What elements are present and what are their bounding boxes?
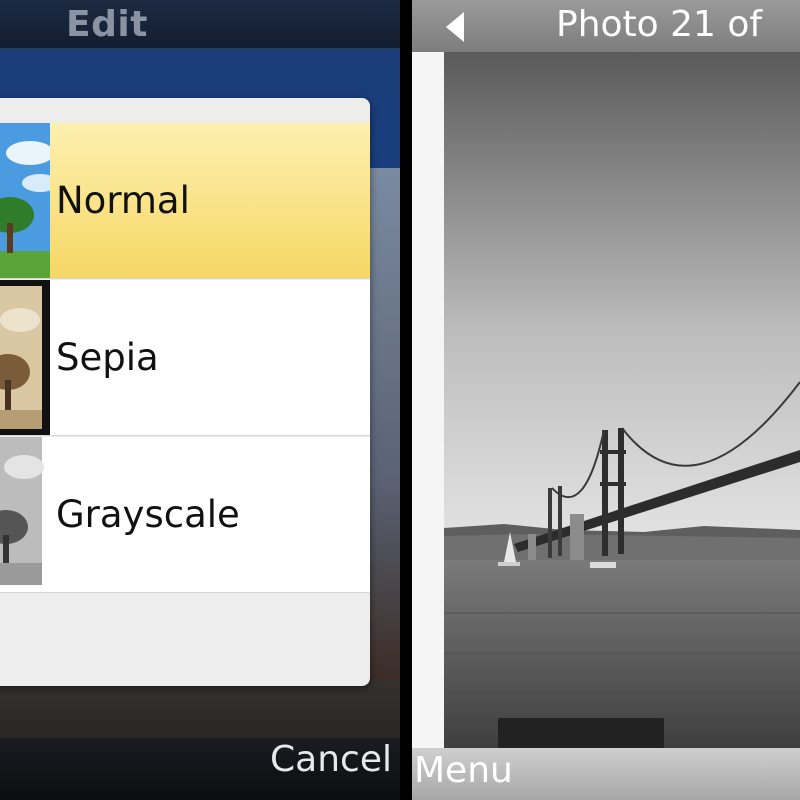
back-arrow-icon bbox=[446, 12, 464, 42]
screen-divider bbox=[400, 0, 412, 800]
filter-option-sepia[interactable]: Sepia bbox=[0, 280, 370, 436]
normal-thumbnail bbox=[0, 123, 50, 278]
back-button[interactable] bbox=[442, 10, 472, 44]
edit-title: Edit bbox=[66, 4, 148, 45]
grayscale-thumbnail bbox=[0, 437, 50, 592]
filter-label-sepia: Sepia bbox=[56, 336, 159, 379]
edit-background-detail bbox=[366, 168, 400, 688]
edit-background-bottom bbox=[0, 680, 400, 740]
filter-option-grayscale[interactable]: Grayscale bbox=[0, 437, 370, 593]
filter-label-grayscale: Grayscale bbox=[56, 493, 240, 536]
cancel-button[interactable]: Cancel bbox=[270, 739, 392, 780]
filter-label-normal: Normal bbox=[56, 179, 190, 222]
edit-title-bar: Edit bbox=[0, 0, 400, 49]
sepia-thumbnail bbox=[0, 280, 50, 435]
photo-counter: Photo 21 of bbox=[556, 4, 763, 45]
filter-menu: Normal Sepia Grayscale bbox=[0, 98, 370, 686]
bridge-photo[interactable] bbox=[444, 52, 800, 748]
edit-screen: Edit Normal Sepia Grayscale Cancel bbox=[0, 0, 400, 800]
photo-title-bar: Photo 21 of bbox=[412, 0, 800, 52]
menu-button[interactable]: Menu bbox=[414, 750, 513, 791]
photo-viewer-screen: Photo 21 of Menu bbox=[412, 0, 800, 800]
app-root: Edit Normal Sepia Grayscale Cancel Photo… bbox=[0, 0, 800, 800]
filter-option-normal[interactable]: Normal bbox=[0, 123, 370, 279]
